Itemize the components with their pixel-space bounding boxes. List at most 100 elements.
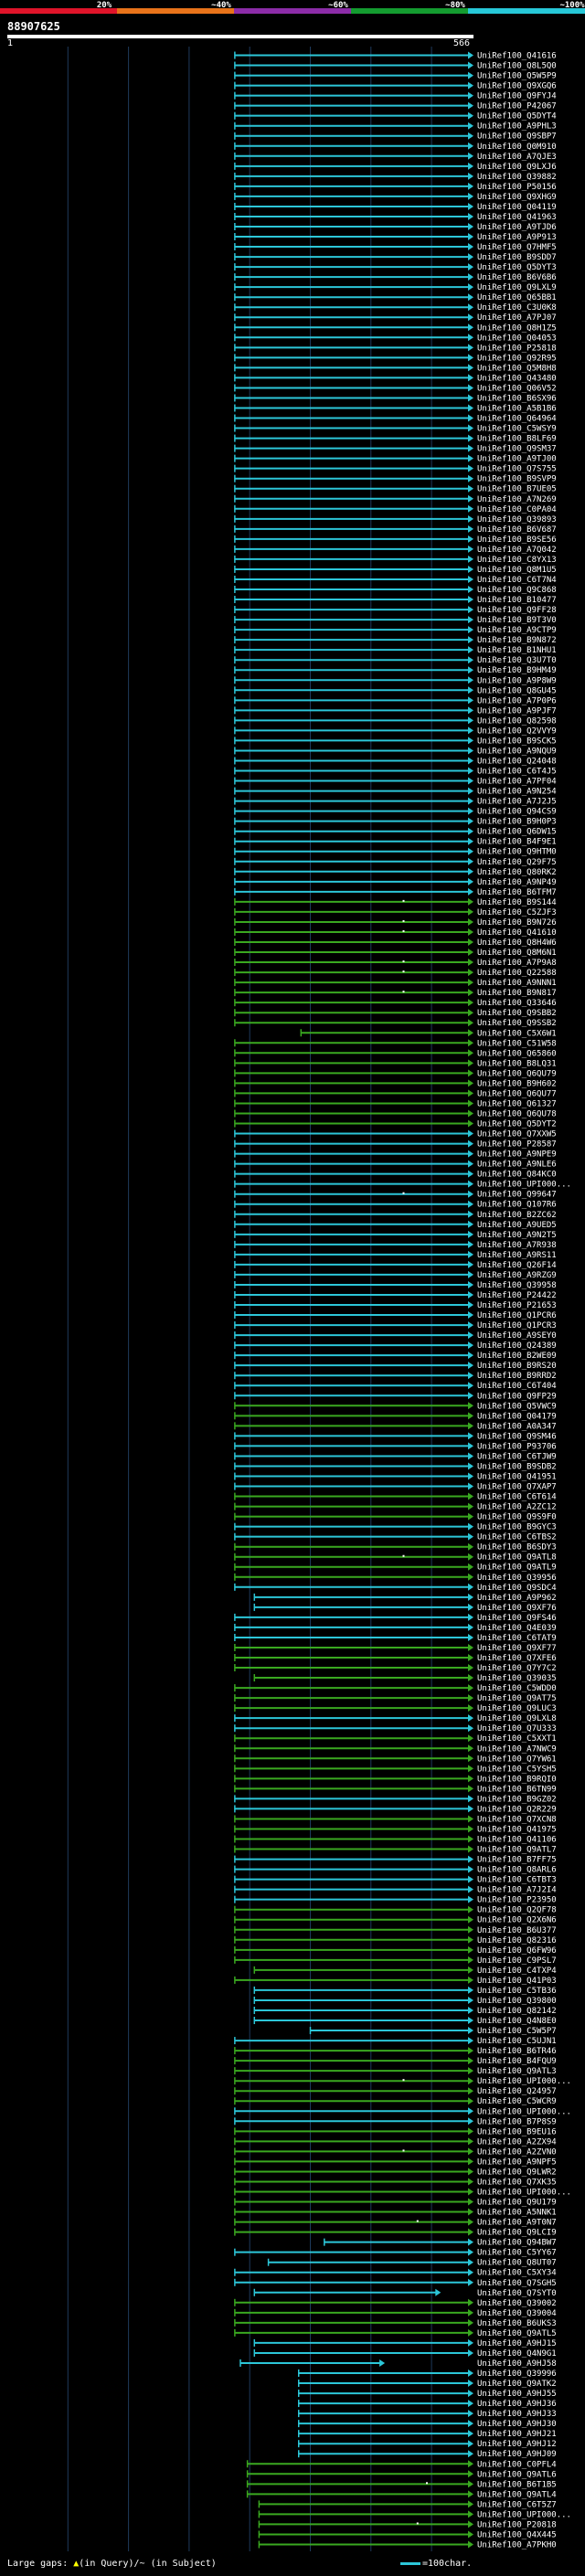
hit-label[interactable]: UniRef100_B4F9E1 [477, 838, 557, 847]
hit-label[interactable]: UniRef100_Q1PCR6 [477, 1311, 557, 1320]
hit-label[interactable]: UniRef100_Q7XFE6 [477, 1654, 557, 1663]
hit-label[interactable]: UniRef100_B6V6B6 [477, 273, 557, 282]
hit-row[interactable]: UniRef100_B2ZC62 [234, 1210, 557, 1220]
hit-row[interactable]: UniRef100_Q9SBP7 [234, 132, 557, 142]
hit-label[interactable]: UniRef100_Q29F75 [477, 858, 557, 867]
hit-row[interactable]: UniRef100_Q6QU77 [234, 1089, 557, 1098]
hit-label[interactable]: UniRef100_A0A347 [477, 1422, 557, 1431]
hit-label[interactable]: UniRef100_Q9ATL5 [477, 2329, 557, 2338]
hit-row[interactable]: UniRef100_Q8L5Q0 [234, 61, 557, 71]
hit-row[interactable]: UniRef100_B9SCK5 [234, 737, 557, 746]
hit-label[interactable]: UniRef100_Q9SBB2 [477, 1009, 557, 1018]
hit-label[interactable]: UniRef100_Q9SDC4 [477, 1584, 557, 1593]
hit-row[interactable]: UniRef100_B8LF69 [234, 434, 557, 444]
hit-label[interactable]: UniRef100_Q41951 [477, 1472, 557, 1481]
hit-label[interactable]: UniRef100_Q5M8H8 [477, 364, 557, 373]
hit-row[interactable]: UniRef100_Q7HMF5 [234, 243, 557, 252]
hit-label[interactable]: UniRef100_B6V687 [477, 525, 557, 535]
hit-row[interactable]: UniRef100_A9NQU9 [234, 747, 557, 756]
hit-row[interactable]: UniRef100_Q2VVY9 [234, 726, 557, 736]
hit-row[interactable]: UniRef100_A5B1B6 [234, 404, 557, 414]
hit-row[interactable]: UniRef100_B6SX96 [234, 394, 557, 403]
hit-row[interactable]: UniRef100_B9GYC3 [234, 1522, 557, 1532]
hit-label[interactable]: UniRef100_Q39035 [477, 1674, 557, 1683]
hit-label[interactable]: UniRef100_Q7XCN8 [477, 1815, 557, 1824]
hit-label[interactable]: UniRef100_Q6QU77 [477, 1089, 557, 1098]
hit-label[interactable]: UniRef100_B9N726 [477, 918, 557, 928]
hit-row[interactable]: UniRef100_Q6QU78 [234, 1109, 557, 1118]
hit-label[interactable]: UniRef100_Q06V52 [477, 384, 557, 393]
hit-label[interactable]: UniRef100_Q0M910 [477, 143, 557, 152]
hit-row[interactable]: UniRef100_Q9ATL8 [234, 1553, 557, 1563]
hit-row[interactable]: UniRef100_B1NHU1 [234, 646, 557, 655]
hit-row[interactable]: UniRef100_B6SDY3 [234, 1542, 557, 1553]
hit-row[interactable]: UniRef100_Q7S755 [234, 464, 557, 474]
hit-row[interactable]: UniRef100_Q8GU45 [234, 686, 557, 695]
hit-row[interactable]: UniRef100_P93706 [234, 1442, 557, 1451]
hit-row[interactable]: UniRef100_Q9FYJ4 [234, 91, 557, 101]
hit-row[interactable]: UniRef100_Q8M6N1 [234, 949, 557, 958]
hit-row[interactable]: UniRef100_UPI000... [234, 2107, 571, 2116]
hit-row[interactable]: UniRef100_Q9SDC4 [234, 1583, 557, 1593]
hit-label[interactable]: UniRef100_A9SEY0 [477, 1331, 557, 1341]
hit-label[interactable]: UniRef100_Q9HTM0 [477, 848, 557, 857]
hit-label[interactable]: UniRef100_B9N817 [477, 989, 557, 998]
hit-label[interactable]: UniRef100_Q9S9F0 [477, 1513, 557, 1522]
hit-row[interactable]: UniRef100_B4F9E1 [234, 837, 557, 847]
hit-row[interactable]: UniRef100_Q24048 [234, 757, 557, 766]
hit-label[interactable]: UniRef100_A2ZVN0 [477, 2147, 557, 2157]
hit-row[interactable]: UniRef100_Q82598 [234, 716, 557, 726]
hit-label[interactable]: UniRef100_Q24048 [477, 757, 557, 766]
hit-row[interactable]: UniRef100_UPI000... [258, 2510, 571, 2519]
hit-row[interactable]: UniRef100_A7P9A8 [234, 959, 557, 968]
hit-label[interactable]: UniRef100_C6T614 [477, 1493, 557, 1502]
hit-label[interactable]: UniRef100_B9T3V0 [477, 616, 557, 625]
hit-label[interactable]: UniRef100_P25818 [477, 344, 557, 353]
hit-row[interactable]: UniRef100_Q8UT07 [267, 2258, 557, 2268]
hit-row[interactable]: UniRef100_P24422 [234, 1290, 557, 1300]
hit-row[interactable]: UniRef100_Q39004 [234, 2308, 557, 2318]
hit-label[interactable]: UniRef100_B9HM49 [477, 666, 557, 675]
hit-label[interactable]: UniRef100_Q4N9G1 [477, 2349, 557, 2359]
hit-label[interactable]: UniRef100_Q9SM37 [477, 445, 557, 454]
hit-row[interactable]: UniRef100_A7N269 [234, 494, 557, 504]
hit-label[interactable]: UniRef100_Q7SYT0 [477, 2289, 557, 2298]
hit-row[interactable]: UniRef100_A9NPF5 [234, 2157, 557, 2167]
hit-row[interactable]: UniRef100_A9HJ33 [298, 2410, 557, 2419]
hit-row[interactable]: UniRef100_Q9SSB2 [234, 1019, 557, 1028]
hit-label[interactable]: UniRef100_Q8ARL6 [477, 1866, 557, 1875]
hit-label[interactable]: UniRef100_Q2X6N6 [477, 1916, 557, 1925]
hit-label[interactable]: UniRef100_A9HJ30 [477, 2420, 557, 2429]
hit-label[interactable]: UniRef100_C5UJN1 [477, 2037, 557, 2046]
hit-label[interactable]: UniRef100_C4TXP4 [477, 1966, 557, 1976]
hit-label[interactable]: UniRef100_A9RZG9 [477, 1271, 557, 1280]
hit-label[interactable]: UniRef100_Q6QU78 [477, 1109, 557, 1118]
hit-label[interactable]: UniRef100_A9TJD6 [477, 223, 557, 232]
hit-row[interactable]: UniRef100_C5ZJF3 [234, 907, 557, 917]
hit-label[interactable]: UniRef100_Q7HMF5 [477, 243, 557, 252]
hit-label[interactable]: UniRef100_B6TFM7 [477, 888, 557, 897]
hit-label[interactable]: UniRef100_Q7U333 [477, 1724, 557, 1733]
hit-row[interactable]: UniRef100_Q82316 [234, 1935, 557, 1945]
hit-label[interactable]: UniRef100_Q9ATL6 [477, 2470, 557, 2479]
hit-row[interactable]: UniRef100_Q41616 [234, 51, 557, 61]
hit-label[interactable]: UniRef100_Q8H4W6 [477, 938, 557, 948]
hit-row[interactable]: UniRef100_C5X6W1 [300, 1029, 557, 1038]
hit-row[interactable]: UniRef100_C6TAT9 [234, 1633, 557, 1643]
hit-row[interactable]: UniRef100_Q9ATL5 [234, 2328, 557, 2338]
hit-label[interactable]: UniRef100_Q24957 [477, 2087, 557, 2096]
hit-row[interactable]: UniRef100_Q29F75 [234, 857, 557, 867]
hit-row[interactable]: UniRef100_Q3U7T0 [234, 656, 557, 665]
hit-row[interactable]: UniRef100_B8LQ31 [234, 1059, 557, 1068]
hit-label[interactable]: UniRef100_A9N2T5 [477, 1231, 557, 1240]
hit-row[interactable]: UniRef100_A9HJ15 [253, 2338, 557, 2348]
hit-row[interactable]: UniRef100_C5XY34 [234, 2268, 557, 2278]
hit-label[interactable]: UniRef100_B9EU16 [477, 2127, 557, 2136]
hit-row[interactable]: UniRef100_Q82142 [253, 2006, 557, 2016]
hit-label[interactable]: UniRef100_Q39958 [477, 1281, 557, 1290]
hit-label[interactable]: UniRef100_Q39996 [477, 2369, 557, 2379]
hit-row[interactable]: UniRef100_Q41610 [234, 928, 557, 938]
hit-label[interactable]: UniRef100_A9NPF5 [477, 2157, 557, 2167]
hit-label[interactable]: UniRef100_B4FQU9 [477, 2057, 557, 2066]
hit-row[interactable]: UniRef100_Q7XCN8 [234, 1815, 557, 1824]
